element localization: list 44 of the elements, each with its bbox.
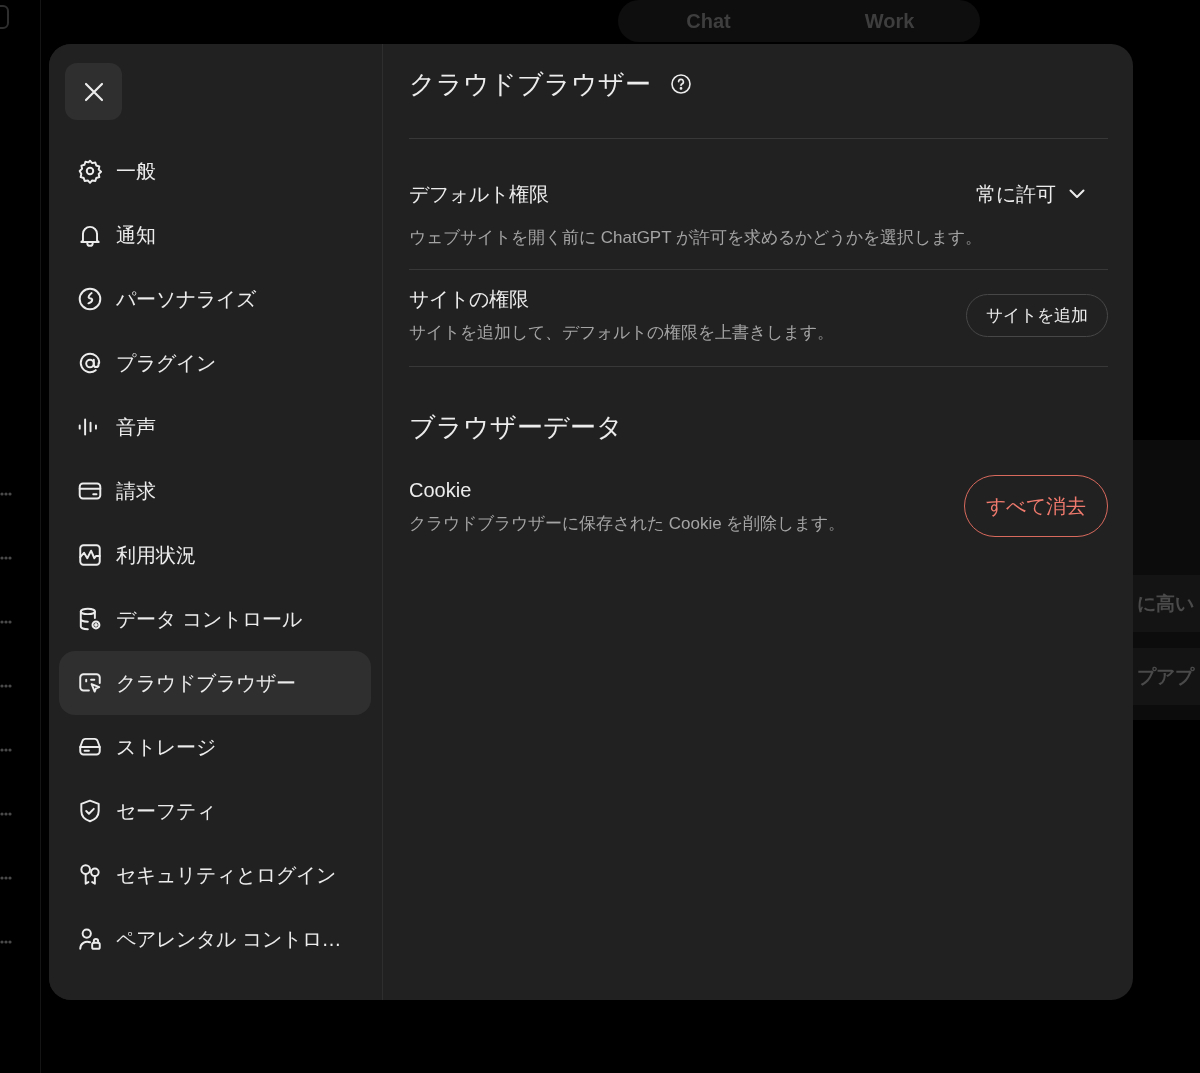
setting-label: サイトの権限 (409, 287, 530, 312)
sidebar-item[interactable]: 請求 (59, 459, 371, 523)
more-dots-icon[interactable] (0, 748, 12, 752)
sidebar-item[interactable]: 通知 (59, 203, 371, 267)
sidebar-item[interactable]: セーフティ (59, 779, 371, 843)
close-button[interactable] (65, 63, 122, 120)
keys-icon (77, 862, 103, 888)
sidebar-item[interactable]: 一般 (59, 139, 371, 203)
setting-label: Cookie (409, 478, 473, 503)
swirl-circle-icon (77, 286, 103, 312)
sidebar-item[interactable]: ペアレンタル コントロ… (59, 907, 371, 971)
gear-icon (77, 158, 103, 184)
window-cursor-icon (77, 670, 103, 696)
at-sign-icon (77, 350, 103, 376)
sidebar-item[interactable]: データ コントロール (59, 587, 371, 651)
section-heading: ブラウザーデータ (409, 411, 624, 444)
setting-description: ウェブサイトを開く前に ChatGPT が許可を求めるかどうかを選択します。 (409, 227, 983, 249)
shield-check-icon (77, 798, 103, 824)
sidebar-item[interactable]: セキュリティとログイン (59, 843, 371, 907)
more-dots-icon[interactable] (0, 492, 12, 496)
database-icon (77, 606, 103, 632)
more-dots-icon[interactable] (0, 684, 12, 688)
chart-icon (77, 542, 103, 568)
chevron-down-icon (1069, 189, 1085, 199)
sidebar-item[interactable]: 音声 (59, 395, 371, 459)
help-icon[interactable] (671, 74, 691, 94)
close-icon (83, 81, 104, 102)
sidebar-item[interactable]: パーソナライズ (59, 267, 371, 331)
panel-icon[interactable] (0, 5, 10, 29)
more-dots-icon[interactable] (0, 876, 12, 880)
sidebar-item[interactable]: プラグイン (59, 331, 371, 395)
more-dots-icon[interactable] (0, 556, 12, 560)
sidebar-item[interactable]: 利用状況 (59, 523, 371, 587)
sidebar-item[interactable]: ストレージ (59, 715, 371, 779)
setting-description: クラウドブラウザーに保存された Cookie を削除します。 (409, 513, 846, 535)
setting-label: デフォルト権限 (409, 182, 549, 207)
setting-description: サイトを追加して、デフォルトの権限を上書きします。 (409, 322, 834, 344)
more-dots-icon[interactable] (0, 620, 12, 624)
permission-dropdown[interactable]: 常に許可 (966, 172, 1108, 216)
sidebar-item[interactable]: クラウドブラウザー (59, 651, 371, 715)
more-dots-icon[interactable] (0, 812, 12, 816)
page-title: クラウドブラウザー (409, 68, 651, 101)
more-dots-icon[interactable] (0, 940, 12, 944)
user-lock-icon (77, 926, 103, 952)
